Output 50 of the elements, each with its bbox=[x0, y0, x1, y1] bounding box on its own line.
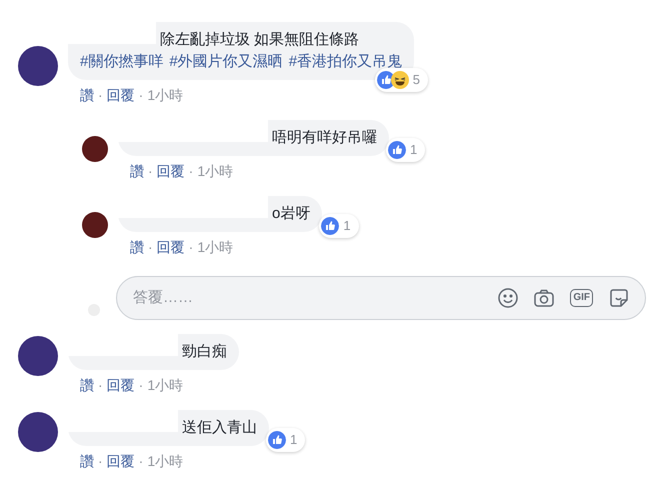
timestamp: 1小時 bbox=[147, 452, 184, 471]
reaction-count: 1 bbox=[343, 217, 351, 235]
comment-action-link[interactable]: 讚 bbox=[80, 85, 94, 106]
separator-dot: · bbox=[148, 238, 153, 257]
timestamp: 1小時 bbox=[197, 238, 234, 257]
comment-text: 除左亂掉垃圾 如果無阻住條路 bbox=[160, 30, 360, 50]
reaction-count: 1 bbox=[290, 431, 298, 449]
comment-action-link[interactable]: 讚 bbox=[130, 237, 144, 258]
comment-text: o岩呀 bbox=[272, 204, 310, 224]
hashtag-link[interactable]: #外國片你又濕晒 bbox=[169, 52, 283, 72]
timestamp: 1小時 bbox=[197, 162, 234, 181]
comment-action-link[interactable]: 回覆 bbox=[106, 451, 135, 472]
sticker-icon[interactable] bbox=[609, 288, 629, 308]
reply-field[interactable]: 答覆…… GIF bbox=[116, 276, 646, 320]
thumbs-up-icon bbox=[268, 431, 286, 449]
thumbs-up-icon bbox=[388, 141, 406, 159]
avatar[interactable] bbox=[18, 336, 58, 376]
separator-dot: · bbox=[98, 452, 103, 471]
separator-dot: · bbox=[188, 238, 194, 257]
timestamp: 1小時 bbox=[147, 86, 184, 105]
separator-dot: · bbox=[138, 86, 144, 105]
separator-dot: · bbox=[138, 452, 144, 471]
thumbs-up-icon bbox=[321, 217, 340, 235]
gif-button[interactable]: GIF bbox=[570, 289, 593, 307]
smiley-icon[interactable] bbox=[498, 288, 518, 308]
separator-dot: · bbox=[98, 86, 103, 105]
avatar[interactable] bbox=[82, 136, 108, 162]
timestamp: 1小時 bbox=[147, 376, 184, 395]
comment-action-link[interactable]: 回覆 bbox=[106, 375, 135, 396]
comment-action-link[interactable]: 讚 bbox=[80, 375, 94, 396]
laughing-face-icon bbox=[390, 71, 409, 89]
comment-text: 勁白痴 bbox=[182, 342, 227, 362]
avatar[interactable] bbox=[82, 212, 108, 238]
separator-dot: · bbox=[148, 162, 153, 181]
comment-action-link[interactable]: 回覆 bbox=[106, 85, 135, 106]
comment-action-link[interactable]: 讚 bbox=[80, 451, 94, 472]
reaction-count: 1 bbox=[410, 141, 418, 159]
separator-dot: · bbox=[98, 376, 103, 395]
separator-dot: · bbox=[138, 376, 144, 395]
hashtag-link[interactable]: #關你撚事咩 bbox=[80, 52, 164, 72]
separator-dot: · bbox=[188, 162, 194, 181]
comment-text: 唔明有咩好吊囉 bbox=[272, 128, 377, 148]
avatar[interactable] bbox=[18, 412, 58, 452]
camera-icon[interactable] bbox=[534, 288, 554, 308]
comment-action-link[interactable]: 回覆 bbox=[156, 161, 185, 182]
comment-text: 送佢入青山 bbox=[182, 418, 257, 438]
comment-action-link[interactable]: 回覆 bbox=[156, 237, 185, 258]
comment-action-link[interactable]: 讚 bbox=[130, 161, 144, 182]
reaction-count: 5 bbox=[412, 71, 420, 89]
avatar[interactable] bbox=[18, 46, 58, 86]
